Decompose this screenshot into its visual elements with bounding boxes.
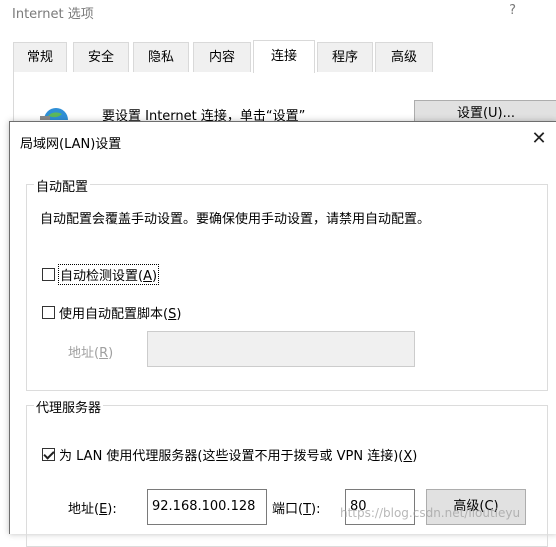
auto-detect-option[interactable]: 自动检测设置(A) (42, 264, 160, 285)
auto-config-legend: 自动配置 (34, 176, 91, 195)
watermark: https://blog.csdn.net/lloutieyu (340, 506, 521, 520)
tab-content[interactable]: 内容 (193, 42, 251, 72)
proxy-group (26, 405, 548, 547)
tab-security[interactable]: 安全 (73, 42, 129, 72)
auto-detect-label: 自动检测设置(A) (57, 264, 160, 285)
auto-detect-checkbox[interactable] (42, 268, 55, 281)
setup-connection-text: 要设置 Internet 连接，单击“设置” (102, 109, 306, 122)
tab-connections[interactable]: 连接 (253, 40, 315, 73)
tab-general[interactable]: 常规 (13, 42, 67, 72)
script-address-input[interactable] (147, 331, 415, 367)
close-icon[interactable]: ✕ (525, 126, 553, 152)
tab-programs[interactable]: 程序 (317, 42, 373, 72)
proxy-address-input[interactable]: 92.168.100.128 (147, 489, 267, 525)
use-script-option[interactable]: 使用自动配置脚本(S) (42, 303, 181, 322)
use-proxy-option[interactable]: 为 LAN 使用代理服务器(这些设置不用于拨号或 VPN 连接)(X) (42, 445, 417, 464)
proxy-address-label: 地址(E): (68, 502, 117, 517)
tab-privacy[interactable]: 隐私 (133, 42, 189, 72)
setup-button[interactable]: 设置(U)... (414, 100, 556, 123)
internet-options-title: Internet 选项 (12, 7, 94, 22)
auto-config-description: 自动配置会覆盖手动设置。要确保使用手动设置，请禁用自动配置。 (40, 212, 431, 227)
globe-icon (38, 104, 68, 120)
tab-advanced[interactable]: 高级 (375, 42, 433, 72)
lan-settings-dialog: 局域网(LAN)设置 ✕ 自动配置 自动配置会覆盖手动设置。要确保使用手动设置，… (9, 121, 556, 547)
use-proxy-label: 为 LAN 使用代理服务器(这些设置不用于拨号或 VPN 连接)(X) (59, 449, 418, 464)
help-button[interactable]: ? (509, 3, 516, 18)
proxy-legend: 代理服务器 (34, 397, 104, 416)
use-script-label: 使用自动配置脚本(S) (59, 307, 182, 322)
internet-options-titlebar: Internet 选项 ? (0, 0, 556, 30)
use-script-checkbox[interactable] (42, 306, 55, 319)
script-address-label: 地址(R) (68, 346, 114, 361)
use-proxy-checkbox[interactable] (42, 448, 55, 461)
internet-options-tabs: 常规 安全 隐私 内容 连接 程序 高级 (13, 40, 556, 73)
proxy-port-label: 端口(T): (272, 502, 321, 517)
dialog-title: 局域网(LAN)设置 (20, 137, 122, 152)
